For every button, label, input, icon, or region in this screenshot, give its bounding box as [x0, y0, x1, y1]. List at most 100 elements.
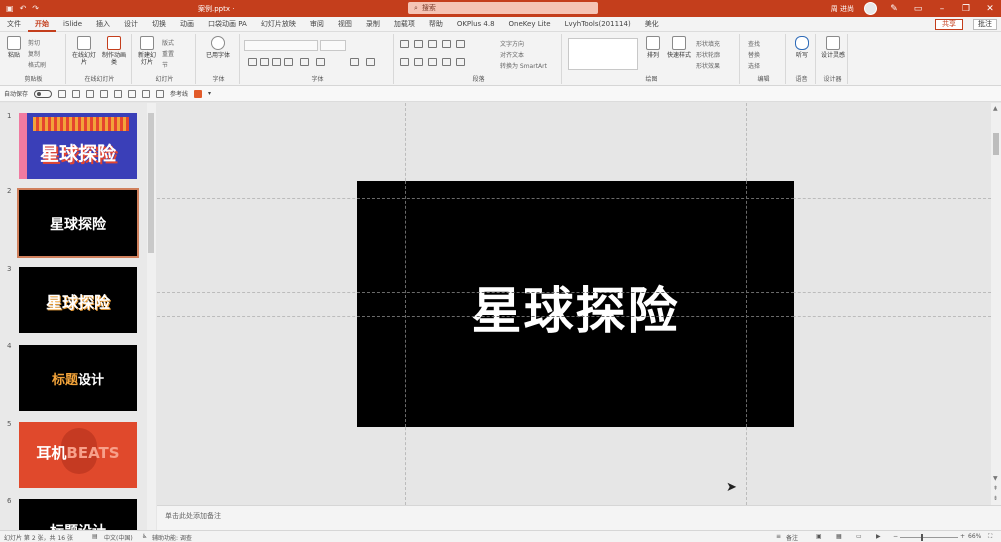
tab-transitions[interactable]: 切换: [145, 17, 173, 32]
zoom-slider[interactable]: [900, 537, 958, 538]
reading-view-icon[interactable]: ▭: [856, 533, 862, 540]
tab-pocket-animation[interactable]: 口袋动画 PA: [201, 17, 254, 32]
slide-thumbnail-1[interactable]: 星球探险: [19, 113, 137, 179]
new-slide-button[interactable]: 新建幻灯片: [136, 36, 158, 66]
bold-icon[interactable]: [248, 58, 257, 66]
align-left-icon[interactable]: [400, 58, 409, 66]
slide-thumbnail-4[interactable]: 标题设计: [19, 345, 137, 411]
thumbnail-scroll-thumb[interactable]: [148, 113, 154, 253]
tab-onekey[interactable]: OneKey Lite: [502, 17, 558, 32]
shape-fill-button[interactable]: 形状填充: [696, 39, 720, 48]
select-button[interactable]: 选择: [748, 61, 760, 70]
slide-thumbnail-5[interactable]: 耳机BEATS: [19, 422, 137, 488]
zoom-out-icon[interactable]: −: [893, 533, 898, 540]
tab-islide[interactable]: iSlide: [56, 17, 89, 32]
ribbon-display-icon[interactable]: ▭: [911, 4, 925, 14]
plugin-icon[interactable]: [194, 89, 203, 98]
text-direction-button[interactable]: 文字方向: [500, 39, 524, 48]
thumbnail-scrollbar[interactable]: [147, 103, 156, 530]
slide-editor[interactable]: 星球探险 ➤: [157, 103, 991, 505]
slide-thumbnail-2[interactable]: 星球探险: [17, 188, 139, 258]
close-icon[interactable]: ✕: [983, 4, 997, 14]
notes-placeholder[interactable]: 单击此处添加备注: [165, 511, 221, 521]
align-right-icon[interactable]: [428, 58, 437, 66]
zoom-in-icon[interactable]: +: [960, 533, 965, 540]
tab-review[interactable]: 审阅: [303, 17, 331, 32]
align-icon[interactable]: [114, 89, 123, 98]
quick-styles-button[interactable]: 快速样式: [666, 36, 692, 59]
smartart-button[interactable]: 转换为 SmartArt: [500, 61, 547, 70]
slide-sorter-icon[interactable]: ▦: [836, 533, 842, 540]
shape-effects-button[interactable]: 形状效果: [696, 61, 720, 70]
save-icon[interactable]: ▣: [6, 4, 14, 13]
used-fonts-button[interactable]: 已用字体: [200, 36, 236, 59]
tab-home[interactable]: 开始: [28, 17, 56, 32]
design-ideas-button[interactable]: 设计灵感: [820, 36, 846, 59]
spellcheck-icon[interactable]: ▤: [92, 533, 98, 540]
paste-button[interactable]: 粘贴: [4, 36, 24, 59]
present-icon[interactable]: [100, 89, 109, 98]
slide-title[interactable]: 星球探险: [357, 271, 794, 343]
tab-slideshow[interactable]: 幻灯片放映: [254, 17, 303, 32]
line-spacing-icon[interactable]: [456, 40, 465, 48]
slideshow-icon[interactable]: ▶: [876, 533, 881, 540]
minimize-icon[interactable]: –: [935, 4, 949, 14]
search-input[interactable]: ⌕ 搜索: [408, 2, 598, 14]
reference-line-label[interactable]: 参考线: [170, 89, 188, 98]
distribute-icon[interactable]: [156, 89, 165, 98]
tab-beautify[interactable]: 美化: [638, 17, 666, 32]
justify-icon[interactable]: [442, 58, 451, 66]
user-name[interactable]: 周 进尚: [831, 4, 854, 14]
align-text-button[interactable]: 对齐文本: [500, 50, 524, 59]
undo-icon[interactable]: ↶: [20, 4, 27, 13]
undo-icon[interactable]: [72, 89, 81, 98]
dictate-button[interactable]: 听写: [790, 36, 814, 59]
online-slides-button[interactable]: 在线幻灯片: [70, 36, 98, 66]
strikethrough-icon[interactable]: [284, 58, 293, 66]
format-painter-button[interactable]: 格式刷: [28, 60, 46, 69]
autosave-toggle[interactable]: [34, 89, 53, 98]
find-button[interactable]: 查找: [748, 39, 760, 48]
zoom-slider-thumb[interactable]: [921, 534, 923, 541]
share-button[interactable]: 共享: [935, 19, 963, 30]
shape-icon[interactable]: [128, 89, 137, 98]
language-status[interactable]: 中文(中国): [104, 533, 133, 542]
scroll-up-icon[interactable]: ▲: [993, 105, 998, 112]
bullets-icon[interactable]: [400, 40, 409, 48]
editor-scrollbar[interactable]: ▲ ▼ ⇞ ⇟: [991, 103, 1001, 505]
add-animation-button[interactable]: 制作动画类: [100, 36, 128, 66]
slide-thumbnail-3[interactable]: 星球探险: [19, 267, 137, 333]
fit-slide-icon[interactable]: ⛶: [988, 533, 992, 541]
arrange-button[interactable]: 排列: [642, 36, 664, 59]
customize-qat-icon[interactable]: ▾: [208, 90, 211, 97]
current-slide[interactable]: 星球探险: [357, 181, 794, 427]
slide-thumbnail-6[interactable]: 标题设计: [19, 499, 137, 530]
comment-button[interactable]: 批注: [973, 19, 997, 30]
font-color-icon[interactable]: [366, 58, 375, 66]
tab-okplus[interactable]: OKPlus 4.8: [450, 17, 502, 32]
tab-record[interactable]: 录制: [359, 17, 387, 32]
copy-button[interactable]: 复制: [28, 49, 40, 58]
underline-icon[interactable]: [272, 58, 281, 66]
pen-icon[interactable]: ✎: [887, 4, 901, 14]
columns-icon[interactable]: [456, 58, 465, 66]
italic-icon[interactable]: [260, 58, 269, 66]
layout-button[interactable]: 版式: [162, 38, 174, 47]
notes-toggle[interactable]: 备注: [786, 533, 798, 542]
redo-icon[interactable]: [86, 89, 95, 98]
notes-pane[interactable]: 单击此处添加备注: [157, 505, 1001, 530]
save-icon[interactable]: [58, 89, 67, 98]
tab-insert[interactable]: 插入: [89, 17, 117, 32]
scroll-down-icon[interactable]: ▼: [993, 475, 998, 482]
restore-icon[interactable]: ❐: [959, 4, 973, 14]
editor-scroll-thumb[interactable]: [993, 133, 999, 155]
reset-button[interactable]: 重置: [162, 49, 174, 58]
accessibility-icon[interactable]: ♿: [142, 533, 147, 540]
numbering-icon[interactable]: [414, 40, 423, 48]
tab-file[interactable]: 文件: [0, 17, 28, 32]
accessibility-status[interactable]: 辅助功能: 调查: [152, 533, 192, 542]
tab-view[interactable]: 视图: [331, 17, 359, 32]
tab-design[interactable]: 设计: [117, 17, 145, 32]
tab-addins[interactable]: 加载项: [387, 17, 422, 32]
zoom-level[interactable]: 66%: [968, 533, 981, 540]
